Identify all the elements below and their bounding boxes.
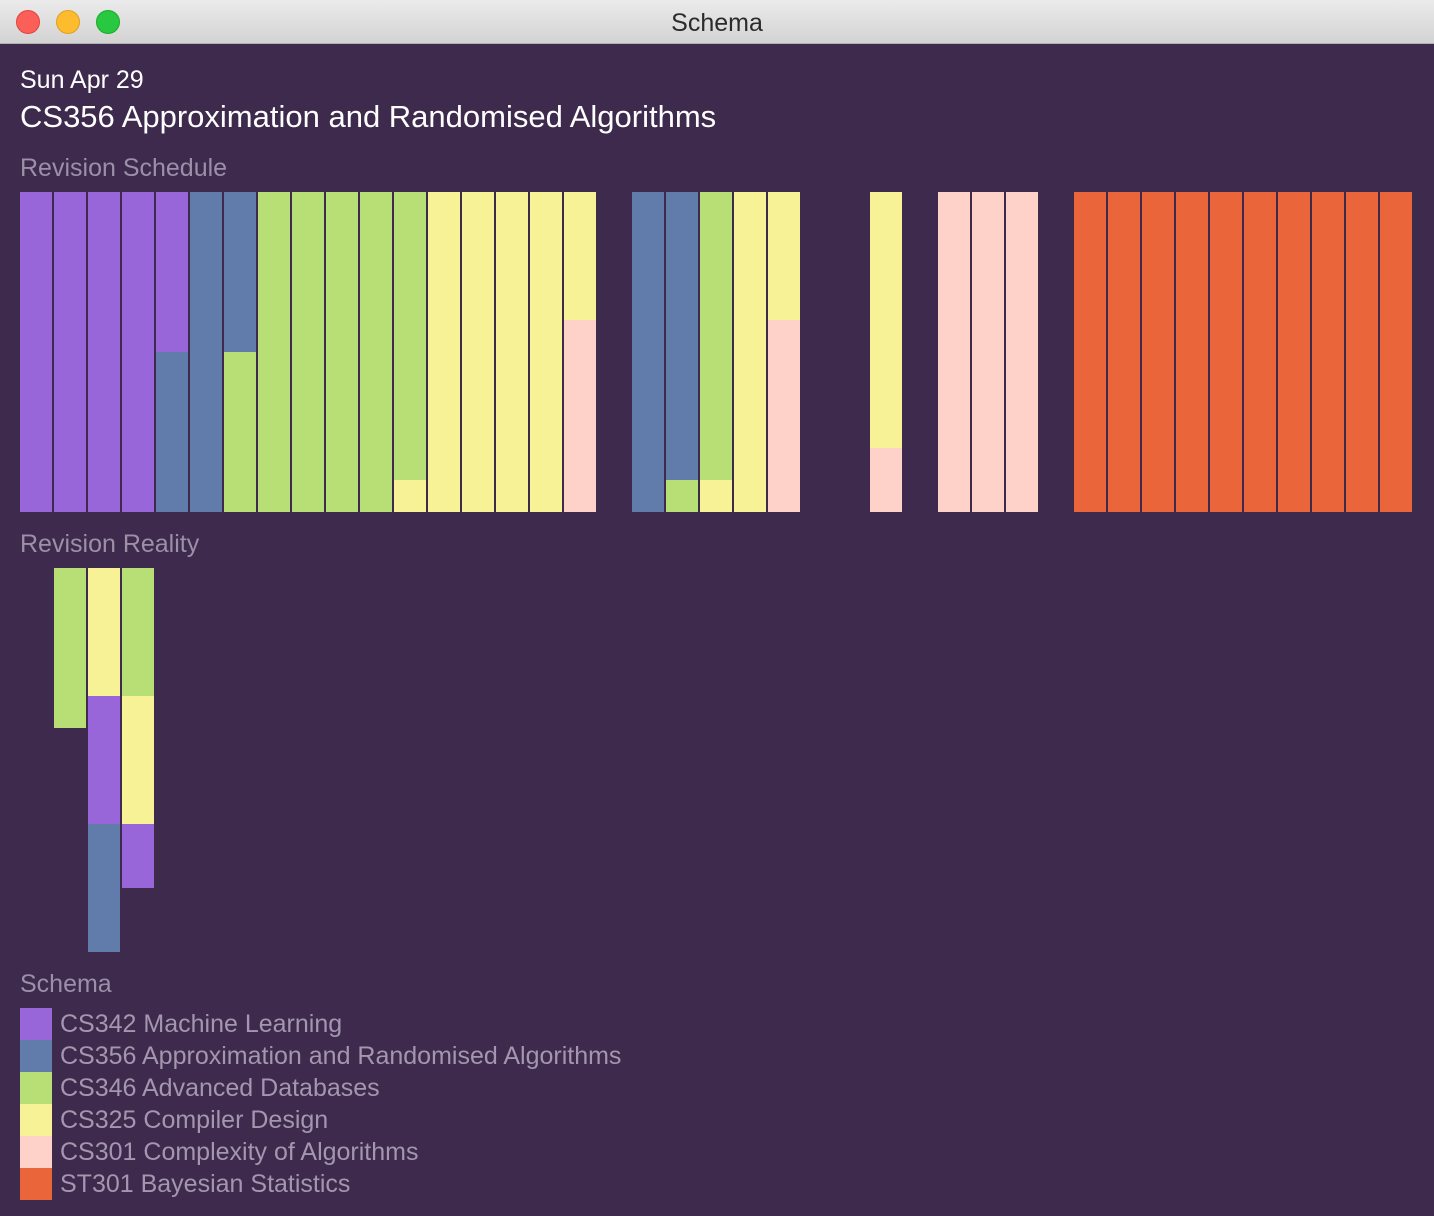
reality-block-cs356 [88,824,120,952]
schedule-block-st301 [1380,192,1412,512]
schedule-block-cs301 [972,192,1004,512]
current-date: Sun Apr 29 [20,66,144,94]
reality-block-cs346 [54,568,86,728]
schedule-block-st301 [1278,192,1310,512]
legend-item-cs346: CS346 Advanced Databases [20,1072,621,1104]
legend-label: CS342 Machine Learning [60,1009,343,1038]
reality-block-cs342 [88,696,120,824]
schedule-block-cs342 [54,192,86,512]
schedule-block-cs346 [700,192,732,480]
revision-reality-chart [54,568,154,952]
schedule-block-st301 [1346,192,1378,512]
schedule-block-st301 [1074,192,1106,512]
schedule-block-st301 [1108,192,1140,512]
schedule-block-cs342 [20,192,52,512]
schedule-block-cs325 [734,192,766,512]
reality-heading: Revision Reality [20,530,200,558]
schedule-block-cs346 [394,192,426,480]
schedule-block-cs342 [122,192,154,512]
schedule-block-st301 [1176,192,1208,512]
schedule-block-cs346 [326,192,358,512]
window-title: Schema [671,9,763,37]
legend-swatch [20,1104,52,1136]
schedule-block-cs346 [360,192,392,512]
legend-label: ST301 Bayesian Statistics [60,1169,351,1198]
legend-heading: Schema [20,970,112,998]
schedule-block-cs356 [224,192,256,352]
reality-block-cs325 [88,568,120,696]
legend-item-cs301: CS301 Complexity of Algorithms [20,1136,621,1168]
schedule-block-cs301 [1006,192,1038,512]
schedule-block-cs346 [224,352,256,512]
legend-swatch [20,1040,52,1072]
schedule-heading: Revision Schedule [20,154,228,182]
schedule-block-st301 [1312,192,1344,512]
schedule-block-cs325 [768,192,800,320]
legend: CS342 Machine Learning CS356 Approximati… [20,1008,621,1200]
schedule-block-cs325 [496,192,528,512]
legend-item-cs325: CS325 Compiler Design [20,1104,621,1136]
legend-swatch [20,1072,52,1104]
schedule-block-st301 [1210,192,1242,512]
schedule-block-cs325 [870,192,902,448]
schedule-block-cs301 [870,448,902,512]
app-window: Schema Sun Apr 29 CS356 Approximation an… [0,0,1434,1216]
schedule-block-cs356 [666,192,698,480]
schedule-block-cs301 [564,320,596,512]
schedule-block-cs325 [530,192,562,512]
schedule-block-cs325 [462,192,494,512]
schedule-block-cs356 [190,192,222,512]
revision-schedule-chart [20,192,1412,512]
current-course: CS356 Approximation and Randomised Algor… [20,99,717,134]
schedule-block-st301 [1142,192,1174,512]
schedule-block-cs346 [666,480,698,512]
reality-block-cs325 [122,696,154,824]
schedule-block-cs301 [768,320,800,512]
legend-item-cs342: CS342 Machine Learning [20,1008,621,1040]
legend-swatch [20,1136,52,1168]
title-bar[interactable]: Schema [0,0,1434,44]
schedule-block-cs346 [258,192,290,512]
schedule-block-cs356 [156,352,188,512]
legend-swatch [20,1008,52,1040]
legend-item-cs356: CS356 Approximation and Randomised Algor… [20,1040,621,1072]
schedule-block-cs325 [394,480,426,512]
legend-label: CS356 Approximation and Randomised Algor… [60,1041,622,1070]
schedule-block-cs342 [156,192,188,352]
schedule-block-cs342 [88,192,120,512]
legend-swatch [20,1168,52,1200]
legend-item-st301: ST301 Bayesian Statistics [20,1168,621,1200]
schedule-block-st301 [1244,192,1276,512]
schedule-block-cs325 [564,192,596,320]
schedule-block-cs325 [700,480,732,512]
reality-block-cs342 [122,824,154,888]
schedule-block-cs301 [938,192,970,512]
legend-label: CS325 Compiler Design [60,1105,329,1134]
schedule-block-cs325 [428,192,460,512]
reality-block-cs346 [122,568,154,696]
schedule-block-cs346 [292,192,324,512]
schedule-block-cs356 [632,192,664,512]
legend-label: CS346 Advanced Databases [60,1073,380,1102]
legend-label: CS301 Complexity of Algorithms [60,1137,419,1166]
